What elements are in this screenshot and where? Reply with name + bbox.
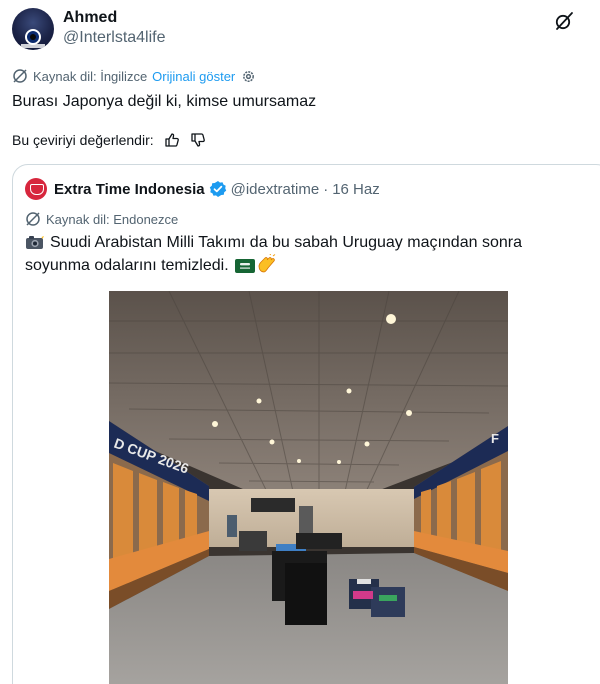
quoted-text-line1: Suudi Arabistan Milli Takımı da bu sabah…: [50, 234, 522, 251]
display-name[interactable]: Ahmed: [63, 9, 117, 27]
quoted-translation-info: Kaynak dil: Endonezce: [25, 210, 178, 228]
grok-icon[interactable]: [554, 11, 574, 31]
quoted-date[interactable]: 16 Haz: [332, 181, 380, 198]
locker-room-photo[interactable]: D CUP 2026 F: [109, 291, 508, 684]
tweet-text: Burası Japonya değil ki, kimse umursamaz: [12, 93, 317, 110]
quoted-tweet[interactable]: Extra Time Indonesia @idextratime · 16 H…: [12, 164, 600, 684]
quoted-tweet-header: Extra Time Indonesia @idextratime · 16 H…: [25, 178, 380, 200]
photo-banner-text-right: F: [491, 431, 499, 446]
show-original-link[interactable]: Orijinali göster: [152, 69, 235, 84]
user-handle[interactable]: @Interlsta4life: [63, 29, 166, 47]
rate-translation-label: Bu çeviriyi değerlendir:: [12, 132, 154, 148]
source-language-label: Kaynak dil: İngilizce: [33, 68, 148, 84]
avatar-banner: [21, 44, 45, 48]
locker-room-illustration: D CUP 2026 F: [109, 291, 508, 684]
translation-info: Kaynak dil: İngilizce Orijinali göster: [12, 67, 256, 85]
quoted-tweet-text: Suudi Arabistan Milli Takımı da bu sabah…: [25, 232, 585, 277]
gear-icon[interactable]: [241, 69, 256, 84]
clapping-hands-emoji: [258, 254, 276, 273]
rate-translation: Bu çeviriyi değerlendir:: [12, 130, 206, 150]
quoted-avatar[interactable]: [25, 178, 47, 200]
camera-flash-emoji: [26, 234, 44, 249]
club-crest: [25, 29, 41, 45]
quoted-text-line2: soyunma odalarını temizledi.: [25, 257, 229, 274]
quoted-handle[interactable]: @idextratime: [231, 181, 320, 198]
separator-dot: ·: [323, 180, 329, 198]
thumbs-down-icon[interactable]: [190, 132, 206, 148]
translate-icon: [13, 69, 27, 83]
quoted-display-name[interactable]: Extra Time Indonesia: [54, 181, 205, 198]
quoted-source-language-label: Kaynak dil: Endonezce: [46, 211, 179, 227]
tweet-header: Ahmed @Interlsta4life: [12, 8, 588, 54]
thumbs-up-icon[interactable]: [164, 132, 180, 148]
translate-icon: [26, 212, 40, 226]
avatar[interactable]: [12, 8, 54, 50]
verified-badge-icon: [209, 181, 226, 197]
saudi-flag-emoji: [235, 259, 256, 273]
